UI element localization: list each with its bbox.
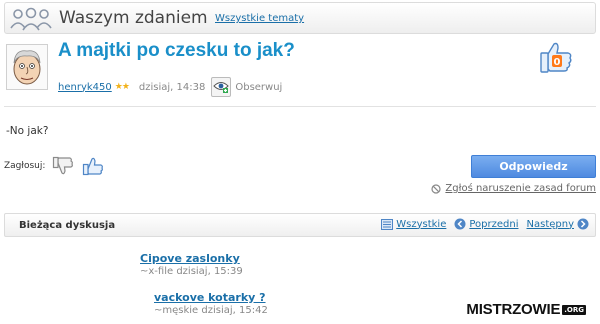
post-date: dzisiaj, 14:38 bbox=[138, 81, 206, 93]
author-link[interactable]: henryk450 bbox=[58, 82, 112, 93]
discussion-title: Bieżąca dyskusja bbox=[19, 220, 116, 231]
thumb-up-zero-badge-icon: 0 bbox=[540, 42, 572, 73]
discussion-nav: Wszystkie Poprzedni Następny bbox=[373, 218, 589, 230]
reply-button[interactable]: Odpowiedz bbox=[471, 155, 596, 178]
thumb-badge-count: 0 bbox=[554, 57, 561, 68]
discussion-header: Bieżąca dyskusja Wszystkie Poprzedni Nas… bbox=[4, 213, 596, 237]
divider bbox=[4, 106, 596, 107]
group-people-icon bbox=[10, 7, 52, 31]
watermark-suffix: .ORG bbox=[562, 304, 586, 315]
thread-title[interactable]: vackove kotarky ? bbox=[154, 291, 268, 304]
thumb-down-icon[interactable] bbox=[52, 155, 74, 177]
thread-meta: ~męskie dzisiaj, 15:42 bbox=[154, 305, 268, 316]
section-header: Waszym zdaniem Wszystkie tematy bbox=[4, 2, 596, 34]
nav-all-label[interactable]: Wszystkie bbox=[396, 219, 446, 230]
post-title: A majtki po czesku to jak? bbox=[58, 40, 295, 61]
chevron-right-circle-icon bbox=[577, 218, 589, 230]
thread-meta: ~x-file dzisiaj, 15:39 bbox=[140, 266, 243, 277]
thumb-up-icon[interactable] bbox=[82, 155, 104, 177]
eye-plus-icon[interactable] bbox=[211, 77, 232, 97]
avatar[interactable] bbox=[6, 44, 48, 90]
list-item[interactable]: Cipove zaslonky ~x-file dzisiaj, 15:39 bbox=[140, 252, 243, 277]
thread-title[interactable]: Cipove zaslonky bbox=[140, 252, 243, 265]
watermark-main: MISTRZOWIE bbox=[466, 301, 561, 318]
rank-stars: ★★ bbox=[114, 82, 130, 92]
all-topics-link[interactable]: Wszystkie tematy bbox=[215, 13, 304, 24]
report-link[interactable]: Zgłoś naruszenie zasad forum bbox=[431, 183, 596, 194]
nav-all-link[interactable]: Wszystkie bbox=[381, 218, 446, 230]
post-meta: henryk450 ★★ dzisiaj, 14:38 Obserwuj bbox=[58, 77, 282, 97]
avatar-old-man-icon bbox=[13, 50, 41, 85]
list-icon bbox=[381, 218, 394, 230]
watch-label[interactable]: Obserwuj bbox=[235, 82, 282, 93]
watermark: MISTRZOWIE .ORG bbox=[466, 301, 586, 318]
nav-prev-label[interactable]: Poprzedni bbox=[469, 219, 518, 230]
list-item[interactable]: vackove kotarky ? ~męskie dzisiaj, 15:42 bbox=[154, 291, 268, 316]
vote-label: Zagłosuj: bbox=[4, 161, 46, 171]
nav-next-label[interactable]: Następny bbox=[527, 219, 575, 230]
report-label[interactable]: Zgłoś naruszenie zasad forum bbox=[445, 183, 596, 194]
section-title: Waszym zdaniem bbox=[59, 8, 208, 28]
nav-prev-link[interactable]: Poprzedni bbox=[454, 218, 519, 230]
ban-icon bbox=[431, 183, 442, 194]
post-body: -No jak? bbox=[6, 125, 49, 137]
chevron-left-circle-icon bbox=[454, 218, 466, 230]
nav-next-link[interactable]: Następny bbox=[527, 218, 590, 230]
